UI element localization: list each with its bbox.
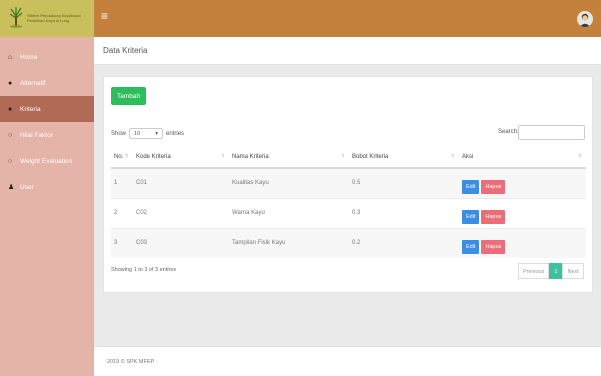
footer: 2019 © SPK MFEP: [94, 346, 601, 376]
sort-icon: ⇅: [450, 153, 455, 159]
cell-aksi: Edit Hapus: [459, 197, 586, 228]
brand-logo-area[interactable]: Sistem Pendukung Keputusan Pemilihan Kay…: [0, 0, 94, 37]
pagination: Previous 1 Next: [518, 263, 584, 279]
column-header-nama[interactable]: Nama Kriteria ⇅: [229, 146, 349, 169]
ring-icon: ○: [8, 131, 13, 139]
table-row: 2 C02 Warna Kayu 0.3 Edit Hapus: [111, 197, 586, 228]
pagination-page-current[interactable]: 1: [549, 263, 563, 279]
search-label: Search:: [498, 129, 519, 135]
cell-bobot: 0.2: [349, 227, 459, 258]
sidebar-item-label: Alternatif: [20, 79, 46, 87]
user-icon: ♟: [8, 184, 15, 191]
kriteria-table: No. ⇅ Kode Kriteria ⇅ Nama Kriteria ⇅ Bobot…: [111, 146, 586, 258]
dot-icon: ●: [8, 105, 13, 113]
sidebar-item-weight-evaluation[interactable]: ○ Weight Evaluation: [0, 148, 94, 174]
sidebar-item-kriteria[interactable]: ● Kriteria: [0, 96, 94, 122]
avatar-person-icon: [579, 13, 591, 27]
cell-nama: Kualitas Kayu: [229, 167, 349, 198]
sort-icon: ⇅: [220, 153, 225, 159]
pagination-next[interactable]: Next: [562, 263, 584, 279]
cell-no: 3: [111, 227, 133, 258]
table-info: Showing 1 to 3 of 3 entries: [111, 267, 177, 273]
sort-icon: ⇅: [124, 153, 129, 159]
cell-kode: C01: [133, 167, 229, 198]
sort-icon: ⇅: [577, 153, 582, 159]
edit-button[interactable]: Edit: [462, 209, 480, 224]
user-avatar[interactable]: [577, 11, 593, 27]
search-input[interactable]: [518, 125, 585, 140]
table-row: 3 C03 Tampilan Fisik Kayu 0.2 Edit Hapus: [111, 227, 586, 258]
sort-icon: ⇅: [340, 153, 345, 159]
entries-select-value: 10: [134, 130, 141, 137]
footer-text: 2019 © SPK MFEP: [107, 359, 155, 365]
sidebar: ⌂ Home ● Alternatif ● Kriteria ○ Nilai F…: [0, 37, 94, 376]
sidebar-item-label: Nilai Faktor: [20, 131, 53, 139]
sidebar-item-nilai-faktor[interactable]: ○ Nilai Faktor: [0, 122, 94, 148]
cell-bobot: 0.3: [349, 197, 459, 228]
show-label: Show: [111, 130, 127, 137]
table-header-row: No. ⇅ Kode Kriteria ⇅ Nama Kriteria ⇅ Bobot…: [111, 146, 586, 169]
tree-logo-icon: [9, 7, 23, 28]
delete-button[interactable]: Hapus: [481, 239, 506, 254]
cell-bobot: 0.5: [349, 167, 459, 198]
sidebar-item-label: User: [20, 183, 34, 191]
sidebar-item-label: Home: [20, 53, 38, 61]
menu-toggle-icon[interactable]: ≡: [101, 10, 108, 22]
column-header-kode[interactable]: Kode Kriteria ⇅: [133, 146, 229, 169]
delete-button[interactable]: Hapus: [481, 209, 506, 224]
top-navbar: Sistem Pendukung Keputusan Pemilihan Kay…: [0, 0, 601, 37]
cell-kode: C02: [133, 197, 229, 228]
delete-button[interactable]: Hapus: [481, 179, 506, 194]
sidebar-item-label: Weight Evaluation: [20, 157, 73, 165]
pagination-previous[interactable]: Previous: [518, 263, 550, 279]
sidebar-item-label: Kriteria: [20, 105, 41, 113]
sidebar-item-alternatif[interactable]: ● Alternatif: [0, 70, 94, 96]
brand-text: Sistem Pendukung Keputusan Pemilihan Kay…: [27, 13, 81, 23]
column-header-aksi[interactable]: Aksi ⇅: [459, 146, 586, 169]
ring-icon: ○: [8, 157, 13, 165]
home-icon: ⌂: [8, 53, 13, 61]
cell-aksi: Edit Hapus: [459, 227, 586, 258]
cell-kode: C03: [133, 227, 229, 258]
cell-nama: Warna Kayu: [229, 197, 349, 228]
kriteria-card: Tambah Show 10 ▾ entries Search: No. ⇅ Ko…: [103, 76, 593, 293]
entries-label: entries: [166, 130, 185, 137]
cell-nama: Tampilan Fisik Kayu: [229, 227, 349, 258]
content-header: Data Kriteria: [94, 37, 601, 65]
cell-no: 2: [111, 197, 133, 228]
cell-aksi: Edit Hapus: [459, 167, 586, 198]
column-header-bobot[interactable]: Bobot Kriteria ⇅: [349, 146, 459, 169]
table-row: 1 C01 Kualitas Kayu 0.5 Edit Hapus: [111, 167, 586, 198]
sidebar-item-user[interactable]: ♟ User: [0, 174, 94, 200]
entries-select[interactable]: 10 ▾: [129, 128, 164, 139]
chevron-down-icon: ▾: [155, 130, 159, 137]
edit-button[interactable]: Edit: [462, 179, 480, 194]
edit-button[interactable]: Edit: [462, 239, 480, 254]
add-button[interactable]: Tambah: [111, 87, 146, 105]
sidebar-item-home[interactable]: ⌂ Home: [0, 44, 94, 70]
page-title: Data Kriteria: [103, 46, 148, 55]
cell-no: 1: [111, 167, 133, 198]
length-control: Show 10 ▾ entries: [111, 128, 184, 139]
dot-icon: ●: [8, 79, 13, 87]
column-header-no[interactable]: No. ⇅: [111, 146, 133, 169]
